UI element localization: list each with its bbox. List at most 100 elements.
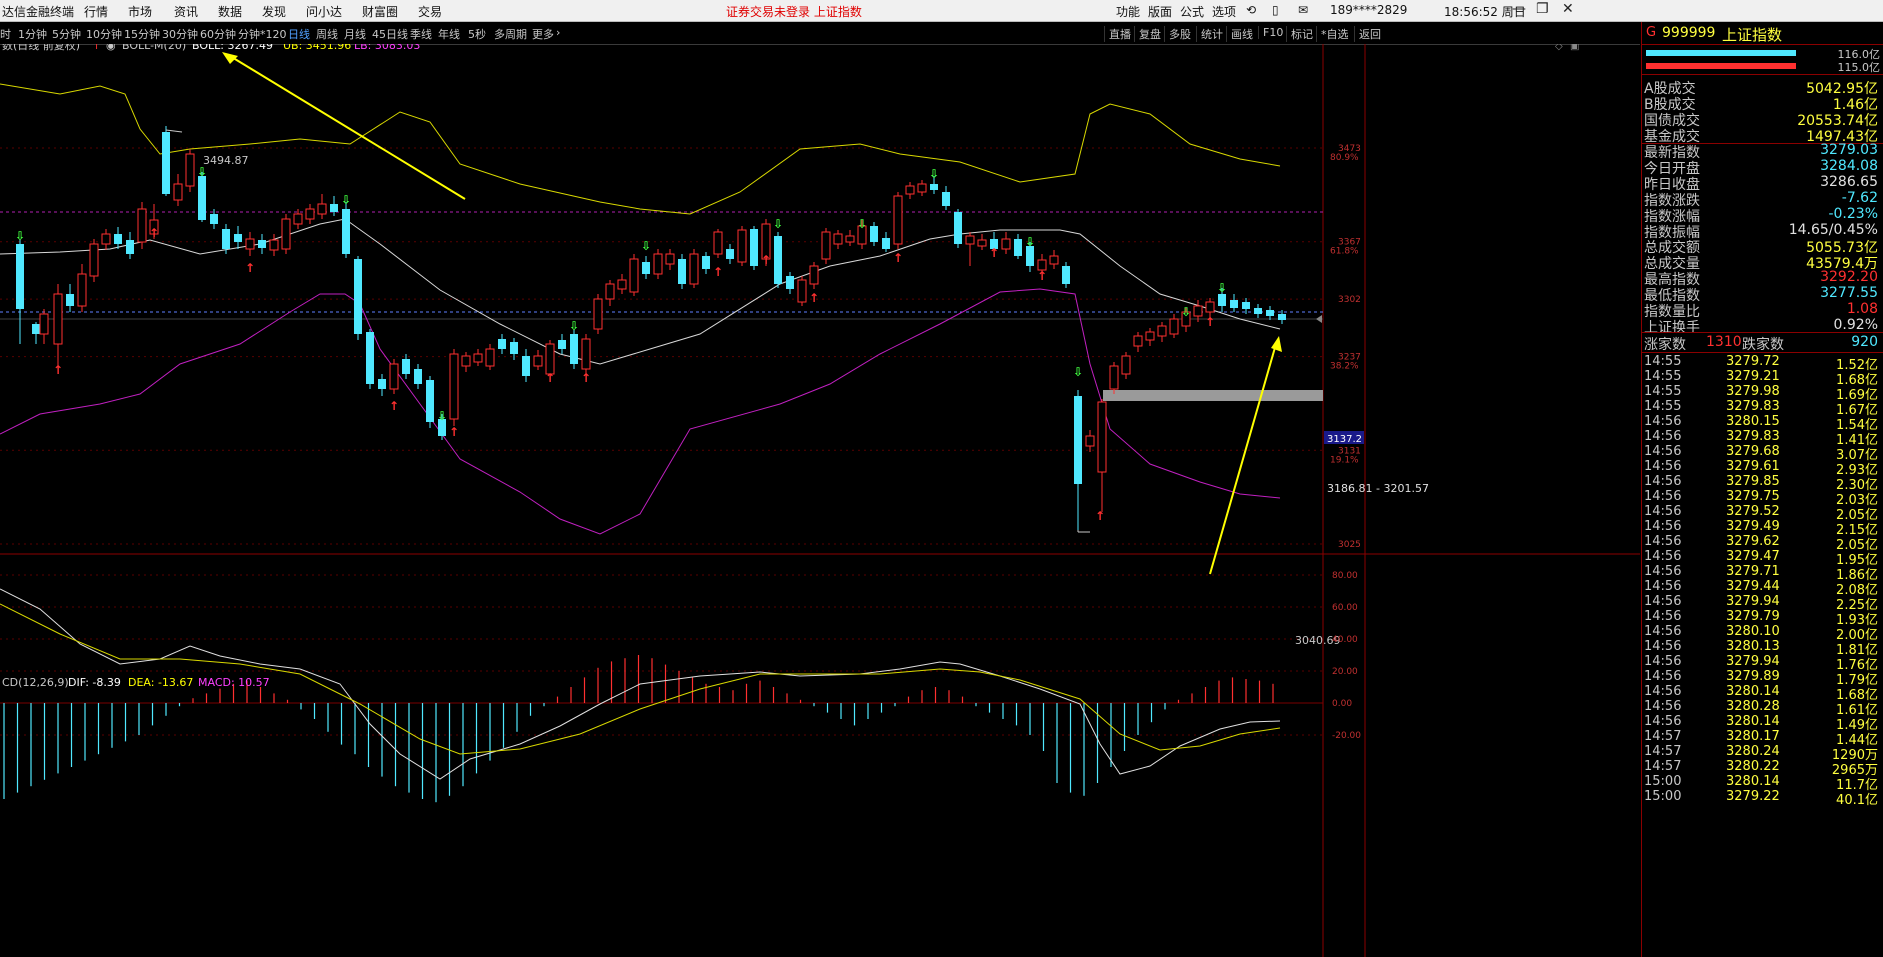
period-year[interactable]: 年线 — [438, 26, 460, 42]
candle[interactable] — [1109, 362, 1119, 394]
menu-item-market[interactable]: 行情 — [84, 3, 108, 20]
phone-icon[interactable]: ▯ — [1272, 3, 1279, 17]
tick-row[interactable]: 15:00 3279.22 40.1亿 — [1644, 789, 1882, 808]
period-120min[interactable]: 分钟*120 — [238, 26, 287, 42]
candle[interactable] — [185, 149, 195, 192]
menu-item-ask[interactable]: 问小达 — [306, 3, 342, 20]
tool-back[interactable]: 返回 — [1354, 26, 1381, 42]
candle[interactable] — [449, 349, 459, 426]
candle[interactable] — [402, 354, 410, 379]
candle[interactable] — [977, 234, 987, 250]
diamond-icon[interactable]: ◇ — [1555, 44, 1563, 52]
candle[interactable] — [893, 192, 903, 249]
menu-item-markets[interactable]: 市场 — [128, 3, 152, 20]
candle[interactable] — [269, 234, 279, 256]
candle[interactable] — [678, 254, 686, 289]
tool-live[interactable]: 直播 — [1104, 26, 1131, 42]
candle[interactable] — [198, 172, 206, 222]
period-quarter[interactable]: 季线 — [410, 26, 432, 42]
period-60min[interactable]: 60分钟 — [200, 26, 236, 42]
candle[interactable] — [689, 249, 699, 288]
minimize-icon[interactable]: — — [1512, 1, 1526, 17]
candle[interactable] — [162, 126, 170, 196]
candle[interactable] — [593, 294, 603, 334]
candle[interactable] — [485, 344, 495, 370]
tool-draw[interactable]: 画线 — [1226, 26, 1253, 42]
candle[interactable] — [1014, 234, 1022, 259]
menu-item-layout[interactable]: 版面 — [1148, 3, 1172, 20]
candle[interactable] — [1074, 390, 1082, 532]
candle[interactable] — [461, 352, 471, 372]
period-45day[interactable]: 45日线 — [372, 26, 408, 42]
period-daily[interactable]: 日线 — [288, 26, 310, 42]
account-name[interactable]: 189****2829 — [1330, 3, 1407, 17]
menu-item-discover[interactable]: 发现 — [262, 3, 286, 20]
candle[interactable] — [570, 329, 578, 369]
settings-circle-icon[interactable]: ◉ — [106, 44, 116, 52]
candle[interactable] — [305, 204, 315, 224]
candle[interactable] — [414, 364, 422, 389]
candle[interactable] — [786, 272, 794, 294]
candle[interactable] — [821, 228, 831, 264]
candle[interactable] — [32, 322, 40, 344]
candle[interactable] — [389, 359, 399, 394]
candle[interactable] — [39, 309, 49, 344]
candle[interactable] — [281, 214, 291, 254]
menu-item-wealth[interactable]: 财富圈 — [362, 3, 398, 20]
tool-multi-stock[interactable]: 多股 — [1164, 26, 1191, 42]
tool-mark[interactable]: 标记 — [1286, 26, 1313, 42]
candle[interactable] — [16, 239, 24, 344]
candle[interactable] — [617, 274, 627, 294]
login-notice[interactable]: 证券交易未登录 上证指数 — [726, 3, 862, 20]
candle[interactable] — [342, 202, 350, 258]
candle[interactable] — [1001, 232, 1011, 254]
candle[interactable] — [53, 284, 63, 374]
candle[interactable] — [726, 244, 734, 264]
candle[interactable] — [942, 186, 950, 210]
candle[interactable] — [713, 229, 723, 258]
candle[interactable] — [378, 374, 386, 396]
candle[interactable] — [1062, 262, 1070, 288]
candle[interactable] — [473, 349, 483, 366]
candle[interactable] — [642, 256, 650, 279]
candle[interactable] — [653, 249, 663, 279]
period-weekly[interactable]: 周线 — [316, 26, 338, 42]
candle[interactable] — [905, 182, 915, 199]
tool-f10[interactable]: F10 — [1258, 26, 1283, 39]
candle[interactable] — [870, 222, 878, 246]
period-multi[interactable]: 多周期 — [494, 26, 527, 42]
candle[interactable] — [965, 232, 975, 266]
candle[interactable] — [774, 232, 782, 288]
candle[interactable] — [1145, 328, 1155, 346]
tool-stats[interactable]: 统计 — [1196, 26, 1223, 42]
candle[interactable] — [1266, 306, 1274, 320]
candle[interactable] — [605, 280, 615, 306]
candle[interactable] — [137, 202, 147, 249]
candle[interactable] — [101, 229, 111, 250]
menu-item-trade[interactable]: 交易 — [418, 3, 442, 20]
candle[interactable] — [917, 180, 927, 196]
period-5sec[interactable]: 5秒 — [468, 26, 486, 42]
period-5min[interactable]: 5分钟 — [52, 26, 81, 42]
candle[interactable] — [533, 350, 543, 370]
candle[interactable] — [629, 254, 639, 296]
candle[interactable] — [234, 226, 242, 249]
candle[interactable] — [354, 256, 362, 340]
candle[interactable] — [245, 232, 255, 256]
candle[interactable] — [426, 376, 434, 428]
candle[interactable] — [702, 252, 710, 274]
maximize-chart-icon[interactable]: ▣ — [1570, 44, 1579, 52]
candle[interactable] — [330, 196, 338, 216]
candle[interactable] — [1230, 294, 1238, 312]
candle[interactable] — [66, 284, 74, 312]
candle[interactable] — [1097, 399, 1107, 512]
period-10min[interactable]: 10分钟 — [86, 26, 122, 42]
menu-item-news[interactable]: 资讯 — [174, 3, 198, 20]
candle[interactable] — [522, 349, 530, 382]
close-icon[interactable]: ✕ — [1562, 1, 1574, 17]
candle[interactable] — [258, 234, 266, 254]
indicator-name[interactable]: BOLL-M(20) — [122, 44, 186, 52]
menu-item-options[interactable]: 选项 — [1212, 3, 1236, 20]
tool-replay[interactable]: 复盘 — [1134, 26, 1161, 42]
candle[interactable] — [126, 232, 134, 259]
